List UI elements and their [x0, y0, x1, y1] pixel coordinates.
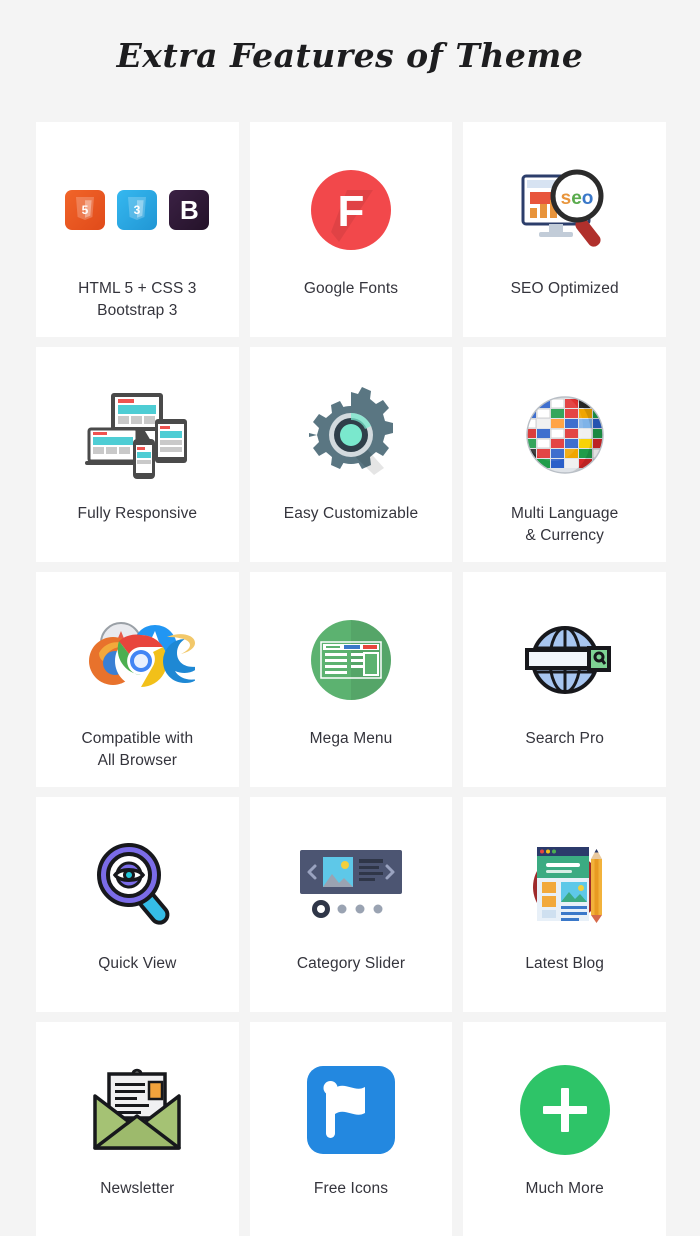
mega-menu-icon [250, 598, 453, 722]
blog-pencil-icon [463, 823, 666, 947]
plus-circle-icon [463, 1048, 666, 1172]
bootstrap-badge-icon: B [169, 190, 210, 230]
feature-label: Category Slider [296, 955, 406, 972]
feature-card-fully-responsive[interactable]: Fully Responsive [36, 347, 239, 562]
gear-icon [250, 373, 453, 497]
feature-label: Quick View [98, 955, 177, 972]
feature-card-multi-language-currency[interactable]: Multi Language & Currency [463, 347, 666, 562]
flags-globe-icon [463, 373, 666, 497]
feature-label: Easy Customizable [283, 505, 419, 522]
page-title: Extra Features of Theme [116, 36, 584, 75]
feature-label: Much More [525, 1180, 604, 1197]
feature-card-google-fonts[interactable]: F Google Fonts [249, 122, 453, 337]
features-grid: 5 3 B HTML 5 + CSS 3 Bootstrap 3 F Googl… [36, 122, 666, 1236]
feature-card-latest-blog[interactable]: Latest Blog [463, 797, 666, 1012]
feature-card-free-icons[interactable]: Free Icons [249, 1022, 453, 1236]
feature-card-quick-view[interactable]: Quick View [36, 797, 239, 1012]
envelope-icon [36, 1048, 239, 1172]
feature-label: HTML 5 + CSS 3 Bootstrap 3 [78, 280, 197, 320]
svg-text:5: 5 [82, 203, 89, 217]
feature-card-mega-menu[interactable]: Mega Menu [249, 572, 453, 787]
feature-card-category-slider[interactable]: Category Slider [249, 797, 453, 1012]
feature-label: Mega Menu [309, 730, 393, 747]
feature-card-much-more[interactable]: Much More [463, 1022, 666, 1236]
seo-magnifier-monitor-icon: seo [463, 148, 666, 272]
feature-card-seo-optimized[interactable]: seo SEO Optimized [463, 122, 666, 337]
feature-label: Fully Responsive [77, 505, 198, 522]
features-page: Extra Features of Theme 5 3 B HTML 5 + C… [0, 0, 700, 1236]
feature-label: Newsletter [100, 1180, 175, 1197]
feature-card-html-css-bootstrap[interactable]: 5 3 B HTML 5 + CSS 3 Bootstrap 3 [36, 122, 239, 337]
feature-label: Compatible with All Browser [81, 730, 194, 770]
svg-text:seo: seo [560, 188, 593, 209]
eye-magnifier-icon [36, 823, 239, 947]
flag-icon [250, 1048, 453, 1172]
feature-card-easy-customizable[interactable]: Easy Customizable [249, 347, 453, 562]
feature-label: Multi Language & Currency [510, 505, 619, 545]
feature-label: SEO Optimized [510, 280, 619, 297]
css3-badge-icon: 3 [117, 190, 158, 230]
feature-label: Search Pro [525, 730, 604, 747]
feature-card-newsletter[interactable]: Newsletter [36, 1022, 239, 1236]
browsers-icon [36, 598, 239, 722]
svg-text:F: F [338, 187, 365, 236]
category-slider-icon [250, 823, 453, 947]
feature-label: Free Icons [313, 1180, 389, 1197]
feature-label: Latest Blog [525, 955, 604, 972]
responsive-devices-icon [36, 373, 239, 497]
feature-card-compatible-all-browser[interactable]: Compatible with All Browser [36, 572, 239, 787]
feature-card-search-pro[interactable]: Search Pro [463, 572, 666, 787]
search-globe-icon [463, 598, 666, 722]
html5-badge-icon: 5 [65, 190, 106, 230]
svg-text:3: 3 [134, 203, 141, 217]
google-fonts-icon: F [250, 148, 453, 272]
feature-label: Google Fonts [303, 280, 399, 297]
html5-css3-bootstrap-badges-icon: 5 3 B [36, 148, 239, 272]
